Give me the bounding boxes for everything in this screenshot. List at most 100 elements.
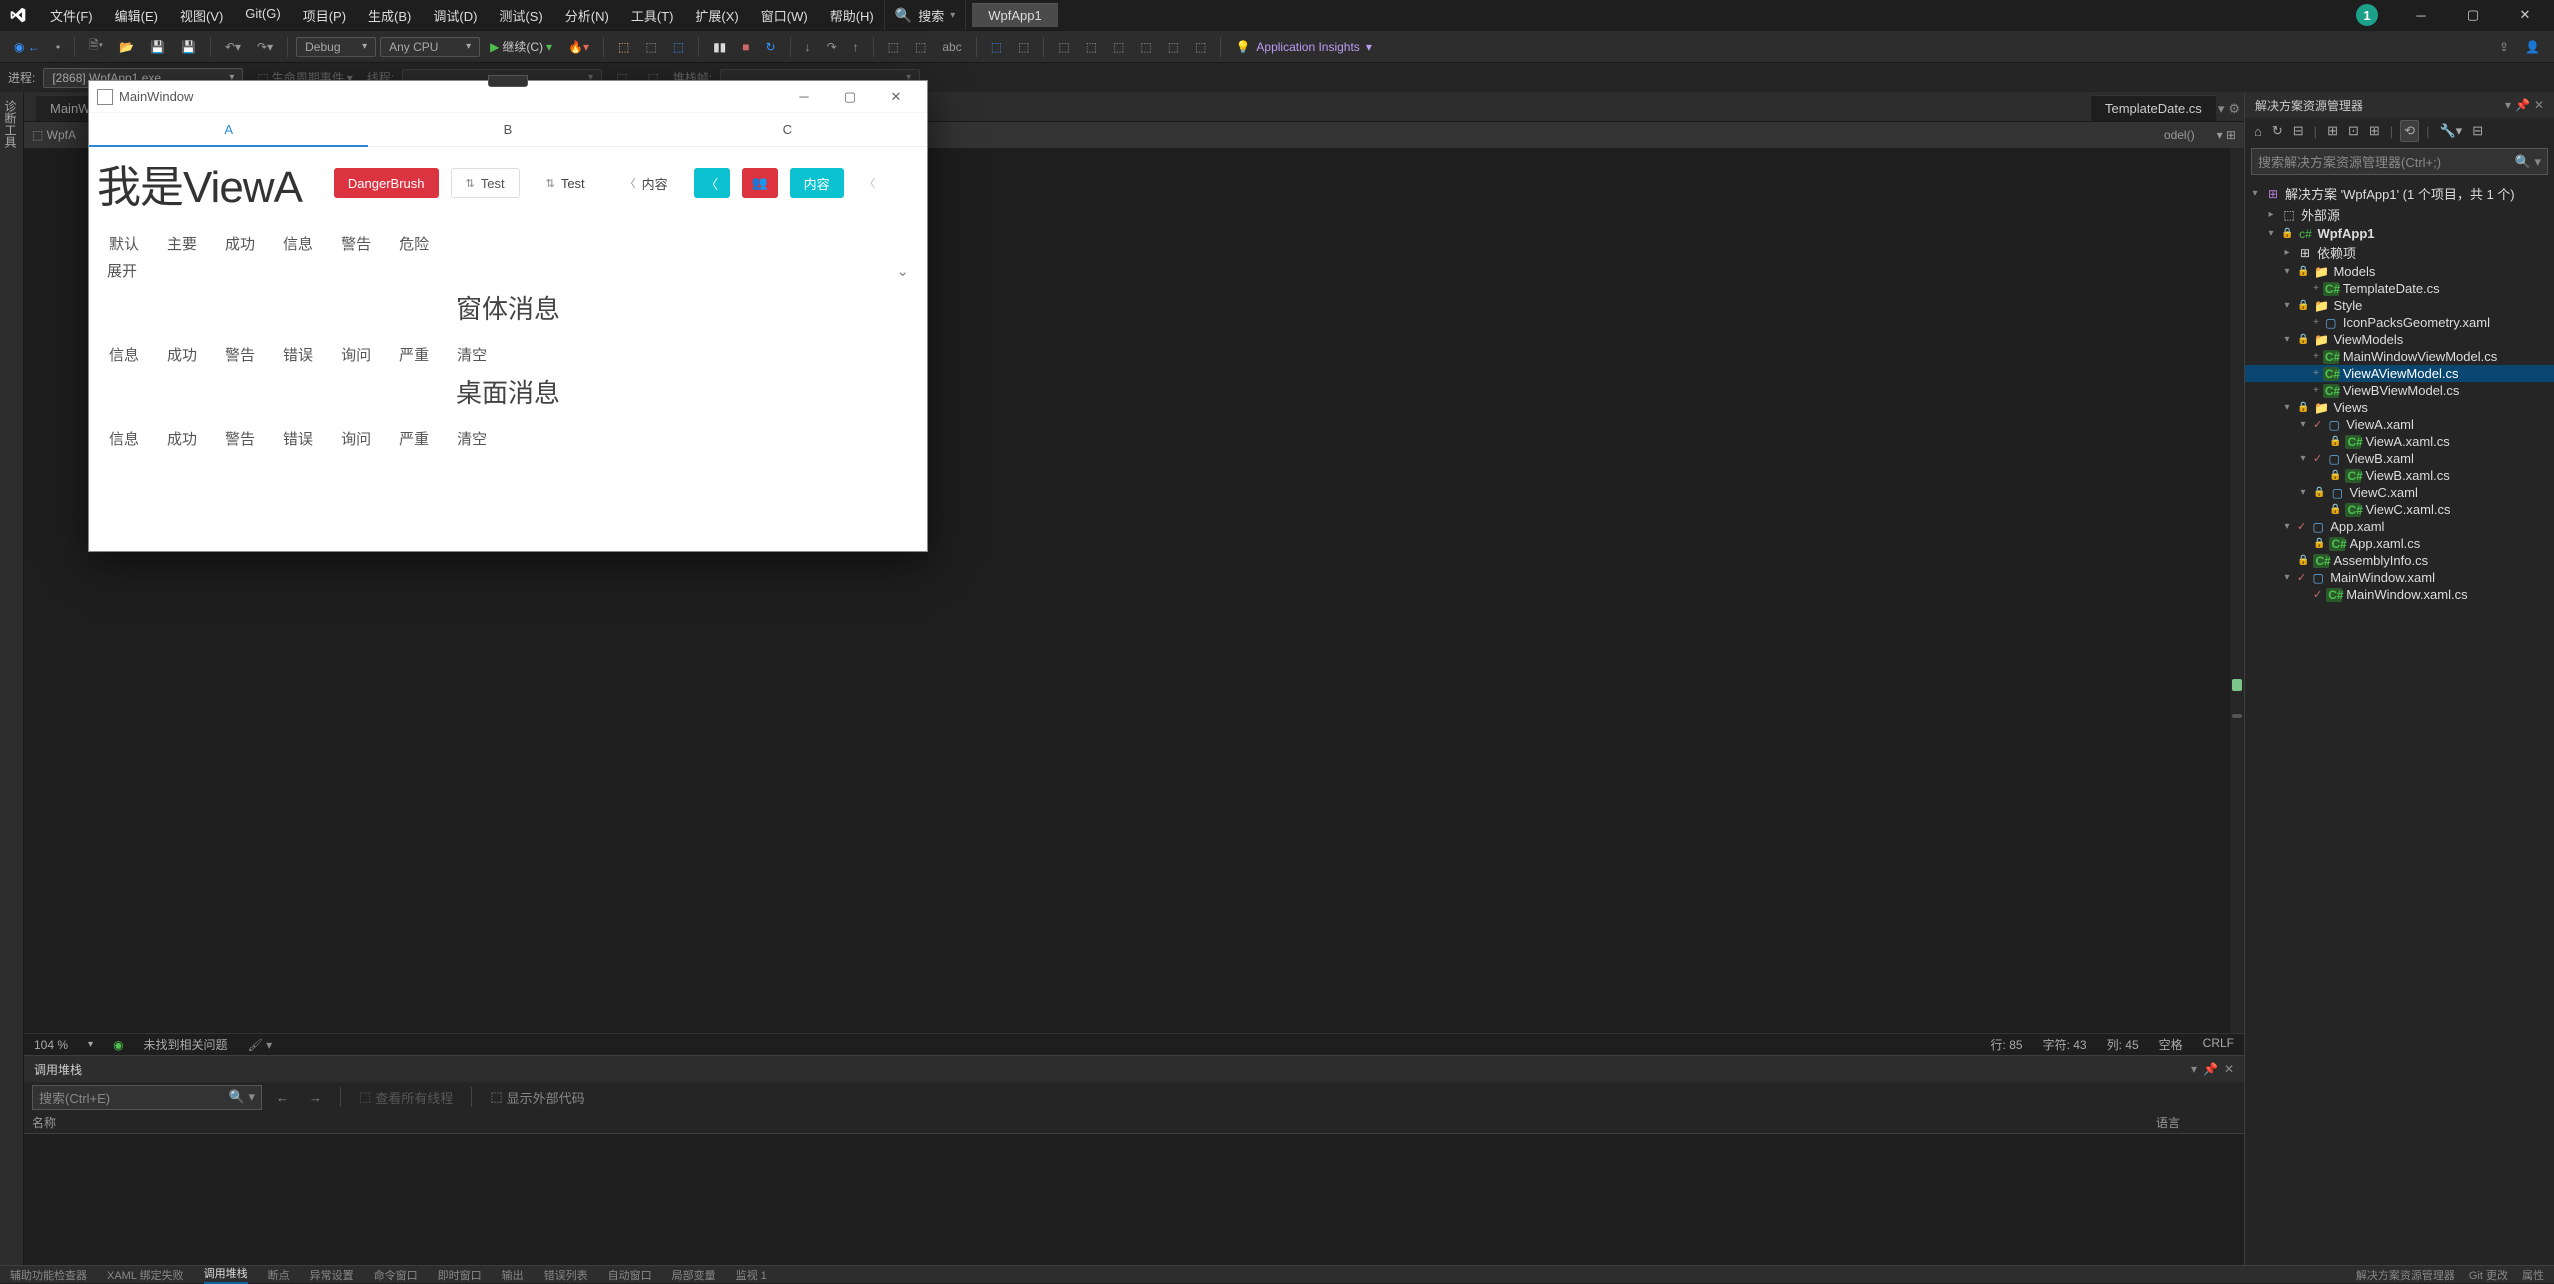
hot-reload-button[interactable]: 🔥▾ [562, 38, 595, 56]
nav-prev-button[interactable]: ← [270, 1088, 295, 1107]
share-button[interactable]: ⇪ [2493, 38, 2515, 56]
tool-icon3[interactable]: ⬚ [667, 38, 690, 56]
tab-locals[interactable]: 局部变量 [672, 1267, 716, 1283]
sxp-tool-b[interactable]: ⊟ [2290, 121, 2307, 141]
step-into-button[interactable]: ↓ [799, 38, 817, 56]
menu-git[interactable]: Git(G) [235, 2, 290, 29]
tool-b[interactable]: ⬚ [909, 38, 932, 56]
zoom-level[interactable]: 104 % [34, 1038, 68, 1052]
tool-icon[interactable]: ⬚ [612, 38, 635, 56]
nav-scope[interactable]: ⬚ WpfA [32, 128, 76, 142]
doc-tab-templatedate[interactable]: TemplateDate.cs [2091, 95, 2216, 121]
tree-viewa-cs[interactable]: 🔒C#ViewA.xaml.cs [2245, 433, 2554, 450]
account-button[interactable]: 👤 [2519, 38, 2546, 56]
nav-back-button[interactable]: ◉ ← [8, 38, 46, 56]
sxp-tool-a[interactable]: ↻ [2269, 121, 2286, 141]
menu-extensions[interactable]: 扩展(X) [685, 2, 748, 29]
tree-solution[interactable]: ▾⊞解决方案 'WpfApp1' (1 个项目，共 1 个) [2245, 183, 2554, 204]
tool-c[interactable]: abc [936, 38, 967, 56]
new-item-button[interactable]: 🗎▾ [83, 34, 109, 59]
menu-edit[interactable]: 编辑(E) [105, 2, 168, 29]
wpf-tab-a[interactable]: A [89, 113, 368, 146]
tree-views[interactable]: ▾🔒📁Views [2245, 399, 2554, 416]
msg2-error[interactable]: 错误 [283, 428, 313, 449]
tree-viewb[interactable]: ▾✓▢ViewB.xaml [2245, 450, 2554, 467]
tab-out[interactable]: 输出 [502, 1267, 524, 1283]
tree-iconpacks[interactable]: +▢IconPacksGeometry.xaml [2245, 314, 2554, 331]
nav-next-button[interactable]: → [303, 1088, 328, 1107]
callstack-search[interactable]: 搜索(Ctrl+E) 🔍 ▾ [32, 1085, 262, 1110]
tree-viewb-cs[interactable]: 🔒C#ViewB.xaml.cs [2245, 467, 2554, 484]
close-button[interactable]: ✕ [2502, 0, 2548, 30]
msg-warning[interactable]: 警告 [225, 344, 255, 365]
tree-viewc-cs[interactable]: 🔒C#ViewC.xaml.cs [2245, 501, 2554, 518]
content-button-2[interactable]: 〈 [856, 168, 884, 198]
wpf-expander[interactable]: 展开 ⌄ [107, 260, 909, 281]
link-primary[interactable]: 主要 [167, 233, 197, 254]
sxp-tool-f[interactable]: ⊟ [2469, 121, 2486, 141]
tree-templatedate[interactable]: +C#TemplateDate.cs [2245, 280, 2554, 297]
eol-indicator[interactable]: CRLF [2203, 1036, 2234, 1053]
link-info[interactable]: 信息 [283, 233, 313, 254]
msg2-warning[interactable]: 警告 [225, 428, 255, 449]
tool-f[interactable]: ⬚ [1052, 38, 1075, 56]
scrollbar[interactable] [2230, 148, 2244, 1033]
msg-clear[interactable]: 清空 [457, 344, 487, 365]
tree-viewavm[interactable]: +C#ViewAViewModel.cs [2245, 365, 2554, 382]
tab-dropdown-icon[interactable]: ▾ [2218, 101, 2225, 117]
wpf-debug-toolbar[interactable] [488, 75, 528, 87]
tool-e[interactable]: ⬚ [1012, 38, 1035, 56]
sxp-pin-icon[interactable]: 📌 [2515, 98, 2530, 112]
menu-view[interactable]: 视图(V) [170, 2, 233, 29]
tree-style[interactable]: ▾🔒📁Style [2245, 297, 2554, 314]
undo-button[interactable]: ↶▾ [219, 38, 247, 56]
wpf-tab-c[interactable]: C [648, 113, 927, 146]
menu-build[interactable]: 生成(B) [358, 2, 421, 29]
sxp-home-icon[interactable]: ⌂ [2251, 122, 2265, 141]
tree-viewa[interactable]: ▾✓▢ViewA.xaml [2245, 416, 2554, 433]
stop-button[interactable]: ■ [736, 38, 755, 56]
tree-mainwindow-cs[interactable]: ✓C#MainWindow.xaml.cs [2245, 586, 2554, 603]
sxp-dropdown-icon[interactable]: ▾ [2505, 98, 2511, 112]
test-button-2[interactable]: ⇅Test [532, 168, 599, 198]
msg-ask[interactable]: 询问 [341, 344, 371, 365]
wpf-maximize-button[interactable]: ▢ [827, 81, 873, 113]
tab-auto[interactable]: 自动窗口 [608, 1267, 652, 1283]
menu-test[interactable]: 测试(S) [489, 2, 552, 29]
issues-text[interactable]: 未找到相关问题 [144, 1036, 228, 1053]
sxp-tool-d[interactable]: ⊡ [2345, 121, 2362, 141]
app-insights-button[interactable]: 💡 Application Insights ▾ [1229, 38, 1377, 56]
msg-error[interactable]: 错误 [283, 344, 313, 365]
content-back-button[interactable]: 〈内容 [611, 168, 682, 198]
test-button-1[interactable]: ⇅Test [451, 168, 520, 198]
pause-button[interactable]: ▮▮ [707, 38, 732, 56]
save-all-button[interactable]: 💾 [175, 38, 202, 56]
wpf-minimize-button[interactable]: ─ [781, 81, 827, 113]
sxp-sync-icon[interactable]: ⟲ [2400, 120, 2419, 142]
config-combo[interactable]: Debug▾ [296, 37, 376, 57]
tab-gear-icon[interactable]: ⚙ [2228, 101, 2240, 117]
panel-pin-icon[interactable]: 📌 [2203, 1062, 2218, 1076]
tab-imm[interactable]: 即时窗口 [438, 1267, 482, 1283]
nav-path[interactable]: odel() [2164, 128, 2195, 142]
tab-err[interactable]: 错误列表 [544, 1267, 588, 1283]
sxp-wrench-icon[interactable]: 🔧▾ [2436, 121, 2465, 141]
tool-icon2[interactable]: ⬚ [639, 38, 662, 56]
col-name[interactable]: 名称 [32, 1114, 2156, 1131]
notification-badge[interactable]: 1 [2356, 4, 2378, 26]
nav-split-icon[interactable]: ▾ ⊞ [2217, 128, 2236, 142]
whitespace-indicator[interactable]: 空格 [2159, 1036, 2183, 1053]
minimize-button[interactable]: ─ [2398, 0, 2444, 30]
tab-cmd[interactable]: 命令窗口 [374, 1267, 418, 1283]
msg-success[interactable]: 成功 [167, 344, 197, 365]
step-out-button[interactable]: ↑ [847, 38, 865, 56]
tree-viewc[interactable]: ▾🔒▢ViewC.xaml [2245, 484, 2554, 501]
line-indicator[interactable]: 行: 85 [1991, 1036, 2023, 1053]
tree-appxaml-cs[interactable]: 🔒C#App.xaml.cs [2245, 535, 2554, 552]
tool-h[interactable]: ⬚ [1107, 38, 1130, 56]
wpf-tab-b[interactable]: B [368, 113, 647, 146]
menu-help[interactable]: 帮助(H) [820, 2, 884, 29]
platform-combo[interactable]: Any CPU▾ [380, 37, 480, 57]
callstack-grid[interactable] [24, 1134, 2244, 1265]
msg2-success[interactable]: 成功 [167, 428, 197, 449]
